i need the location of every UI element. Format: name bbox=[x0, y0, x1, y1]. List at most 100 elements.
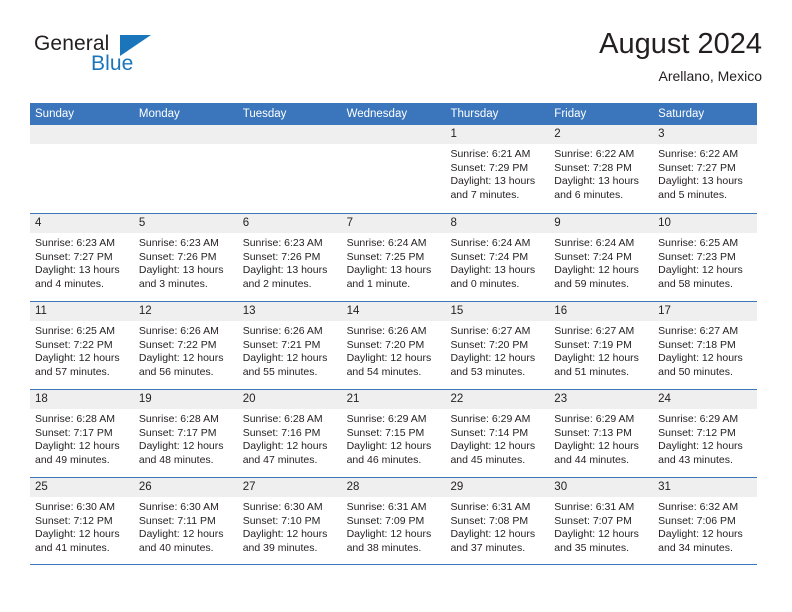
day-number: 21 bbox=[341, 390, 446, 409]
sunrise-text: Sunrise: 6:26 AM bbox=[138, 325, 219, 337]
day-sun-info: Sunrise: 6:31 AM Sunset: 7:08 PM Daylight:… bbox=[445, 497, 549, 555]
calendar-day-cell[interactable]: 20 Sunrise: 6:28 AM Sunset: 7:16 PM Dayligh… bbox=[237, 390, 342, 477]
daylight-text: Daylight: 12 hours and 40 minutes. bbox=[138, 528, 224, 554]
calendar-day-cell[interactable]: 8 Sunrise: 6:24 AM Sunset: 7:24 PM Daylight… bbox=[445, 214, 550, 301]
calendar-grid: Sunday Monday Tuesday Wednesday Thursday Frid… bbox=[30, 103, 758, 565]
calendar-day-cell[interactable]: 5 Sunrise: 6:23 AM Sunset: 7:26 PM Daylight… bbox=[133, 214, 238, 301]
weekday-header-tuesday: Tuesday bbox=[242, 108, 287, 120]
sunset-text: Sunset: 7:25 PM bbox=[346, 250, 425, 263]
calendar-day-cell[interactable]: 27 Sunrise: 6:30 AM Sunset: 7:10 PM Dayligh… bbox=[237, 478, 342, 564]
calendar-day-cell[interactable]: 26 Sunrise: 6:30 AM Sunset: 7:11 PM Dayligh… bbox=[133, 478, 238, 564]
daylight-text: Daylight: 13 hours and 5 minutes. bbox=[658, 175, 743, 201]
calendar-day-cell[interactable]: 4 Sunrise: 6:23 AM Sunset: 7:27 PM Daylight… bbox=[30, 214, 134, 301]
day-sun-info: Sunrise: 6:22 AM Sunset: 7:28 PM Daylight:… bbox=[549, 144, 653, 202]
sunset-text: Sunset: 7:26 PM bbox=[242, 250, 321, 263]
day-number: 4 bbox=[30, 214, 134, 233]
sunset-text: Sunset: 7:27 PM bbox=[35, 250, 113, 263]
brand-name-blue: Blue bbox=[91, 52, 134, 75]
daylight-text: Daylight: 12 hours and 43 minutes. bbox=[658, 440, 743, 466]
day-number: 19 bbox=[133, 390, 238, 409]
sunrise-text: Sunrise: 6:24 AM bbox=[346, 237, 427, 249]
daylight-text: Daylight: 12 hours and 57 minutes. bbox=[35, 352, 120, 378]
day-sun-info: Sunrise: 6:31 AM Sunset: 7:09 PM Daylight:… bbox=[342, 497, 446, 555]
calendar-day-cell[interactable]: 24 Sunrise: 6:29 AM Sunset: 7:12 PM Dayligh… bbox=[653, 390, 758, 477]
weekday-header-monday: Monday bbox=[138, 108, 180, 120]
sunset-text: Sunset: 7:09 PM bbox=[346, 514, 425, 527]
sunset-text: Sunset: 7:28 PM bbox=[554, 161, 632, 174]
sunrise-text: Sunrise: 6:31 AM bbox=[450, 501, 531, 513]
calendar-day-cell[interactable]: 18 Sunrise: 6:28 AM Sunset: 7:17 PM Dayligh… bbox=[30, 390, 134, 477]
day-sun-info: Sunrise: 6:30 AM Sunset: 7:11 PM Daylight:… bbox=[134, 497, 238, 555]
day-sun-info: Sunrise: 6:27 AM Sunset: 7:18 PM Daylight:… bbox=[653, 321, 757, 379]
page-title: August 2024 bbox=[599, 28, 762, 60]
calendar-day-cell-empty bbox=[341, 125, 446, 213]
calendar-day-cell[interactable]: 15 Sunrise: 6:27 AM Sunset: 7:20 PM Dayligh… bbox=[445, 302, 550, 389]
sunrise-text: Sunrise: 6:25 AM bbox=[658, 237, 739, 249]
daylight-text: Daylight: 12 hours and 54 minutes. bbox=[346, 352, 432, 378]
day-number bbox=[341, 125, 446, 144]
sunset-text: Sunset: 7:06 PM bbox=[658, 514, 736, 527]
sunrise-text: Sunrise: 6:27 AM bbox=[450, 325, 531, 337]
calendar-day-cell-empty bbox=[133, 125, 238, 213]
calendar-day-cell[interactable]: 19 Sunrise: 6:28 AM Sunset: 7:17 PM Dayligh… bbox=[133, 390, 238, 477]
calendar-day-cell[interactable]: 10 Sunrise: 6:25 AM Sunset: 7:23 PM Dayligh… bbox=[653, 214, 758, 301]
calendar-day-cell[interactable]: 21 Sunrise: 6:29 AM Sunset: 7:15 PM Dayligh… bbox=[341, 390, 446, 477]
calendar-day-cell[interactable]: 29 Sunrise: 6:31 AM Sunset: 7:08 PM Dayligh… bbox=[445, 478, 550, 564]
day-number: 6 bbox=[237, 214, 342, 233]
sunset-text: Sunset: 7:11 PM bbox=[138, 514, 216, 527]
brand-logo[interactable]: General Blue bbox=[34, 32, 164, 86]
day-number: 8 bbox=[445, 214, 550, 233]
calendar-week-row: 18 Sunrise: 6:28 AM Sunset: 7:17 PM Dayligh… bbox=[30, 389, 758, 477]
day-number: 14 bbox=[341, 302, 446, 321]
daylight-text: Daylight: 12 hours and 46 minutes. bbox=[346, 440, 432, 466]
sunset-text: Sunset: 7:10 PM bbox=[242, 514, 321, 527]
sunset-text: Sunset: 7:15 PM bbox=[346, 426, 425, 439]
daylight-text: Daylight: 12 hours and 37 minutes. bbox=[450, 528, 536, 554]
day-number: 12 bbox=[133, 302, 238, 321]
daylight-text: Daylight: 13 hours and 7 minutes. bbox=[450, 175, 536, 201]
calendar-day-cell[interactable]: 9 Sunrise: 6:24 AM Sunset: 7:24 PM Daylight… bbox=[549, 214, 654, 301]
calendar-day-cell[interactable]: 23 Sunrise: 6:29 AM Sunset: 7:13 PM Dayligh… bbox=[549, 390, 654, 477]
daylight-text: Daylight: 12 hours and 55 minutes. bbox=[242, 352, 328, 378]
calendar-day-cell[interactable]: 2 Sunrise: 6:22 AM Sunset: 7:28 PM Daylight… bbox=[549, 125, 654, 213]
day-sun-info: Sunrise: 6:26 AM Sunset: 7:21 PM Daylight:… bbox=[238, 321, 342, 379]
calendar-day-cell[interactable]: 3 Sunrise: 6:22 AM Sunset: 7:27 PM Daylight… bbox=[653, 125, 758, 213]
day-number: 9 bbox=[549, 214, 654, 233]
calendar-day-cell[interactable]: 12 Sunrise: 6:26 AM Sunset: 7:22 PM Dayligh… bbox=[133, 302, 238, 389]
daylight-text: Daylight: 12 hours and 50 minutes. bbox=[658, 352, 743, 378]
calendar-day-cell[interactable]: 17 Sunrise: 6:27 AM Sunset: 7:18 PM Dayligh… bbox=[653, 302, 758, 389]
day-number: 1 bbox=[445, 125, 550, 144]
daylight-text: Daylight: 12 hours and 47 minutes. bbox=[242, 440, 328, 466]
calendar-day-cell[interactable]: 30 Sunrise: 6:31 AM Sunset: 7:07 PM Dayligh… bbox=[549, 478, 654, 564]
day-number: 23 bbox=[549, 390, 654, 409]
day-sun-info: Sunrise: 6:24 AM Sunset: 7:24 PM Daylight:… bbox=[549, 233, 653, 291]
calendar-day-cell[interactable]: 7 Sunrise: 6:24 AM Sunset: 7:25 PM Daylight… bbox=[341, 214, 446, 301]
calendar-day-cell[interactable]: 22 Sunrise: 6:29 AM Sunset: 7:14 PM Dayligh… bbox=[445, 390, 550, 477]
calendar-week-row: 1 Sunrise: 6:21 AM Sunset: 7:29 PM Daylight… bbox=[30, 125, 758, 213]
day-number bbox=[30, 125, 134, 144]
calendar-day-cell[interactable]: 28 Sunrise: 6:31 AM Sunset: 7:09 PM Dayligh… bbox=[341, 478, 446, 564]
daylight-text: Daylight: 13 hours and 6 minutes. bbox=[554, 175, 639, 201]
sunrise-text: Sunrise: 6:30 AM bbox=[138, 501, 219, 513]
calendar-day-cell[interactable]: 25 Sunrise: 6:30 AM Sunset: 7:12 PM Dayligh… bbox=[30, 478, 134, 564]
calendar-day-cell[interactable]: 14 Sunrise: 6:26 AM Sunset: 7:20 PM Dayligh… bbox=[341, 302, 446, 389]
sunrise-text: Sunrise: 6:21 AM bbox=[450, 148, 531, 160]
weekday-header-friday: Friday bbox=[554, 108, 587, 120]
sunset-text: Sunset: 7:12 PM bbox=[35, 514, 113, 527]
day-number: 18 bbox=[30, 390, 134, 409]
day-sun-info: Sunrise: 6:27 AM Sunset: 7:20 PM Daylight:… bbox=[445, 321, 549, 379]
sunset-text: Sunset: 7:26 PM bbox=[138, 250, 217, 263]
day-sun-info: Sunrise: 6:28 AM Sunset: 7:17 PM Daylight:… bbox=[30, 409, 134, 467]
calendar-day-cell[interactable]: 31 Sunrise: 6:32 AM Sunset: 7:06 PM Dayligh… bbox=[653, 478, 758, 564]
calendar-day-cell[interactable]: 13 Sunrise: 6:26 AM Sunset: 7:21 PM Dayligh… bbox=[237, 302, 342, 389]
title-block: August 2024 Arellano, Mexico bbox=[599, 26, 762, 86]
calendar-day-cell[interactable]: 16 Sunrise: 6:27 AM Sunset: 7:19 PM Dayligh… bbox=[549, 302, 654, 389]
sunrise-text: Sunrise: 6:27 AM bbox=[554, 325, 635, 337]
day-number: 26 bbox=[133, 478, 238, 497]
daylight-text: Daylight: 12 hours and 49 minutes. bbox=[35, 440, 120, 466]
calendar-day-cell[interactable]: 6 Sunrise: 6:23 AM Sunset: 7:26 PM Daylight… bbox=[237, 214, 342, 301]
sunrise-text: Sunrise: 6:22 AM bbox=[658, 148, 739, 160]
calendar-day-cell[interactable]: 11 Sunrise: 6:25 AM Sunset: 7:22 PM Dayligh… bbox=[30, 302, 134, 389]
calendar-day-cell[interactable]: 1 Sunrise: 6:21 AM Sunset: 7:29 PM Daylight… bbox=[445, 125, 550, 213]
day-sun-info: Sunrise: 6:28 AM Sunset: 7:16 PM Daylight:… bbox=[238, 409, 342, 467]
